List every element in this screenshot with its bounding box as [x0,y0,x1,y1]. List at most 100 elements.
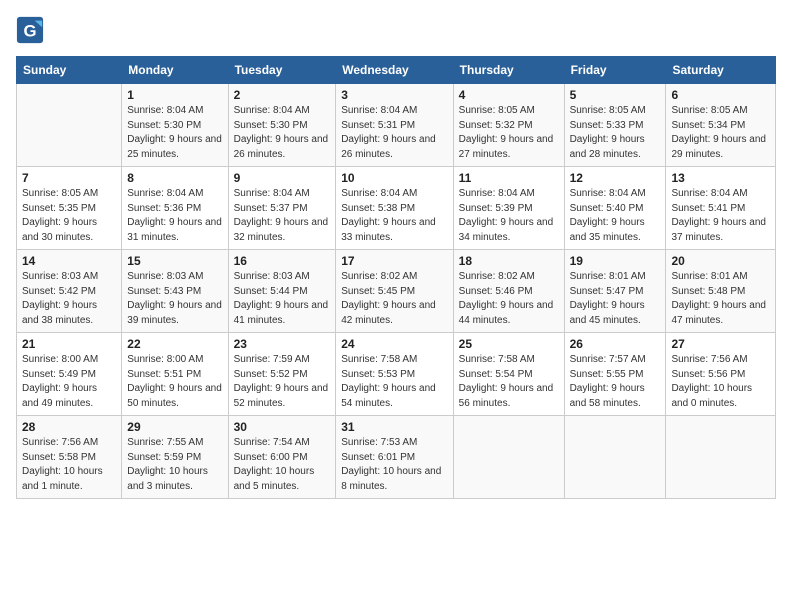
day-info: Sunrise: 8:04 AMSunset: 5:40 PMDaylight:… [570,187,661,245]
day-number: 26 [570,337,661,351]
calendar-cell: 5 Sunrise: 8:05 AMSunset: 5:33 PMDaylight… [564,84,666,167]
day-number: 30 [234,420,331,434]
calendar-header: SundayMondayTuesdayWednesdayThursdayFrid… [17,57,776,84]
day-info: Sunrise: 7:53 AMSunset: 6:01 PMDaylight:… [341,436,447,494]
calendar-cell [564,416,666,499]
day-info: Sunrise: 8:02 AMSunset: 5:45 PMDaylight:… [341,270,447,328]
day-number: 25 [459,337,559,351]
day-number: 21 [22,337,116,351]
calendar-week-5: 28 Sunrise: 7:56 AMSunset: 5:58 PMDayligh… [17,416,776,499]
weekday-header-monday: Monday [122,57,228,84]
day-info: Sunrise: 7:58 AMSunset: 5:53 PMDaylight:… [341,353,447,411]
day-info: Sunrise: 7:56 AMSunset: 5:56 PMDaylight:… [671,353,770,411]
calendar-cell: 6 Sunrise: 8:05 AMSunset: 5:34 PMDaylight… [666,84,776,167]
weekday-header-saturday: Saturday [666,57,776,84]
day-number: 11 [459,171,559,185]
calendar-cell: 26 Sunrise: 7:57 AMSunset: 5:55 PMDayligh… [564,333,666,416]
day-info: Sunrise: 8:01 AMSunset: 5:47 PMDaylight:… [570,270,661,328]
day-number: 15 [127,254,222,268]
day-number: 19 [570,254,661,268]
day-info: Sunrise: 8:00 AMSunset: 5:51 PMDaylight:… [127,353,222,411]
day-info: Sunrise: 7:57 AMSunset: 5:55 PMDaylight:… [570,353,661,411]
day-number: 24 [341,337,447,351]
day-number: 14 [22,254,116,268]
calendar-cell: 19 Sunrise: 8:01 AMSunset: 5:47 PMDayligh… [564,250,666,333]
calendar-cell: 2 Sunrise: 8:04 AMSunset: 5:30 PMDaylight… [228,84,336,167]
day-info: Sunrise: 8:02 AMSunset: 5:46 PMDaylight:… [459,270,559,328]
calendar-cell: 15 Sunrise: 8:03 AMSunset: 5:43 PMDayligh… [122,250,228,333]
calendar-cell: 29 Sunrise: 7:55 AMSunset: 5:59 PMDayligh… [122,416,228,499]
calendar-cell: 28 Sunrise: 7:56 AMSunset: 5:58 PMDayligh… [17,416,122,499]
calendar-cell: 4Sunrise: 8:05 AMSunset: 5:32 PMDaylight… [453,84,564,167]
day-info: Sunrise: 8:01 AMSunset: 5:48 PMDaylight:… [671,270,770,328]
calendar-cell: 17 Sunrise: 8:02 AMSunset: 5:45 PMDayligh… [336,250,453,333]
day-number: 2 [234,88,331,102]
calendar-cell: 30Sunrise: 7:54 AMSunset: 6:00 PMDayligh… [228,416,336,499]
day-number: 23 [234,337,331,351]
day-number: 7 [22,171,116,185]
day-info: Sunrise: 7:59 AMSunset: 5:52 PMDaylight:… [234,353,331,411]
logo: G [16,16,48,44]
calendar-cell: 10 Sunrise: 8:04 AMSunset: 5:38 PMDayligh… [336,167,453,250]
day-info: Sunrise: 8:04 AMSunset: 5:36 PMDaylight:… [127,187,222,245]
calendar-cell: 31 Sunrise: 7:53 AMSunset: 6:01 PMDayligh… [336,416,453,499]
day-number: 28 [22,420,116,434]
day-number: 12 [570,171,661,185]
day-info: Sunrise: 8:03 AMSunset: 5:42 PMDaylight:… [22,270,116,328]
day-info: Sunrise: 8:03 AMSunset: 5:44 PMDaylight:… [234,270,331,328]
calendar-body: 1 Sunrise: 8:04 AMSunset: 5:30 PMDaylight… [17,84,776,499]
day-number: 1 [127,88,222,102]
day-info: Sunrise: 8:04 AMSunset: 5:39 PMDaylight:… [459,187,559,245]
calendar-table: SundayMondayTuesdayWednesdayThursdayFrid… [16,56,776,499]
day-info: Sunrise: 8:00 AMSunset: 5:49 PMDaylight:… [22,353,116,411]
calendar-cell: 22Sunrise: 8:00 AMSunset: 5:51 PMDayligh… [122,333,228,416]
day-info: Sunrise: 8:05 AMSunset: 5:35 PMDaylight:… [22,187,116,245]
day-number: 9 [234,171,331,185]
calendar-week-3: 14 Sunrise: 8:03 AMSunset: 5:42 PMDayligh… [17,250,776,333]
calendar-cell: 13Sunrise: 8:04 AMSunset: 5:41 PMDayligh… [666,167,776,250]
weekday-row: SundayMondayTuesdayWednesdayThursdayFrid… [17,57,776,84]
calendar-cell [17,84,122,167]
calendar-cell: 3Sunrise: 8:04 AMSunset: 5:31 PMDaylight… [336,84,453,167]
calendar-cell: 20Sunrise: 8:01 AMSunset: 5:48 PMDayligh… [666,250,776,333]
day-number: 4 [459,88,559,102]
calendar-cell: 11 Sunrise: 8:04 AMSunset: 5:39 PMDayligh… [453,167,564,250]
day-number: 10 [341,171,447,185]
calendar-cell: 21 Sunrise: 8:00 AMSunset: 5:49 PMDayligh… [17,333,122,416]
calendar-cell: 23 Sunrise: 7:59 AMSunset: 5:52 PMDayligh… [228,333,336,416]
day-number: 18 [459,254,559,268]
weekday-header-sunday: Sunday [17,57,122,84]
day-info: Sunrise: 8:04 AMSunset: 5:30 PMDaylight:… [234,104,331,162]
day-info: Sunrise: 8:03 AMSunset: 5:43 PMDaylight:… [127,270,222,328]
day-info: Sunrise: 8:04 AMSunset: 5:41 PMDaylight:… [671,187,770,245]
calendar-cell: 27 Sunrise: 7:56 AMSunset: 5:56 PMDayligh… [666,333,776,416]
day-info: Sunrise: 8:05 AMSunset: 5:34 PMDaylight:… [671,104,770,162]
calendar-week-1: 1 Sunrise: 8:04 AMSunset: 5:30 PMDaylight… [17,84,776,167]
day-number: 27 [671,337,770,351]
day-info: Sunrise: 8:04 AMSunset: 5:30 PMDaylight:… [127,104,222,162]
day-number: 6 [671,88,770,102]
day-number: 17 [341,254,447,268]
day-number: 8 [127,171,222,185]
day-info: Sunrise: 7:56 AMSunset: 5:58 PMDaylight:… [22,436,116,494]
calendar-cell: 8 Sunrise: 8:04 AMSunset: 5:36 PMDaylight… [122,167,228,250]
calendar-cell: 1 Sunrise: 8:04 AMSunset: 5:30 PMDaylight… [122,84,228,167]
page-header: G [16,16,776,44]
weekday-header-wednesday: Wednesday [336,57,453,84]
calendar-cell: 9Sunrise: 8:04 AMSunset: 5:37 PMDaylight… [228,167,336,250]
calendar-week-2: 7 Sunrise: 8:05 AMSunset: 5:35 PMDaylight… [17,167,776,250]
day-info: Sunrise: 8:05 AMSunset: 5:33 PMDaylight:… [570,104,661,162]
day-number: 29 [127,420,222,434]
weekday-header-tuesday: Tuesday [228,57,336,84]
day-number: 5 [570,88,661,102]
calendar-cell [453,416,564,499]
day-number: 31 [341,420,447,434]
day-info: Sunrise: 8:04 AMSunset: 5:38 PMDaylight:… [341,187,447,245]
page-container: G SundayMondayTuesdayWednesdayThursdayFr… [0,0,792,507]
day-info: Sunrise: 7:58 AMSunset: 5:54 PMDaylight:… [459,353,559,411]
calendar-cell: 18 Sunrise: 8:02 AMSunset: 5:46 PMDayligh… [453,250,564,333]
day-number: 3 [341,88,447,102]
svg-text:G: G [23,22,36,41]
calendar-cell: 14 Sunrise: 8:03 AMSunset: 5:42 PMDayligh… [17,250,122,333]
day-info: Sunrise: 7:55 AMSunset: 5:59 PMDaylight:… [127,436,222,494]
